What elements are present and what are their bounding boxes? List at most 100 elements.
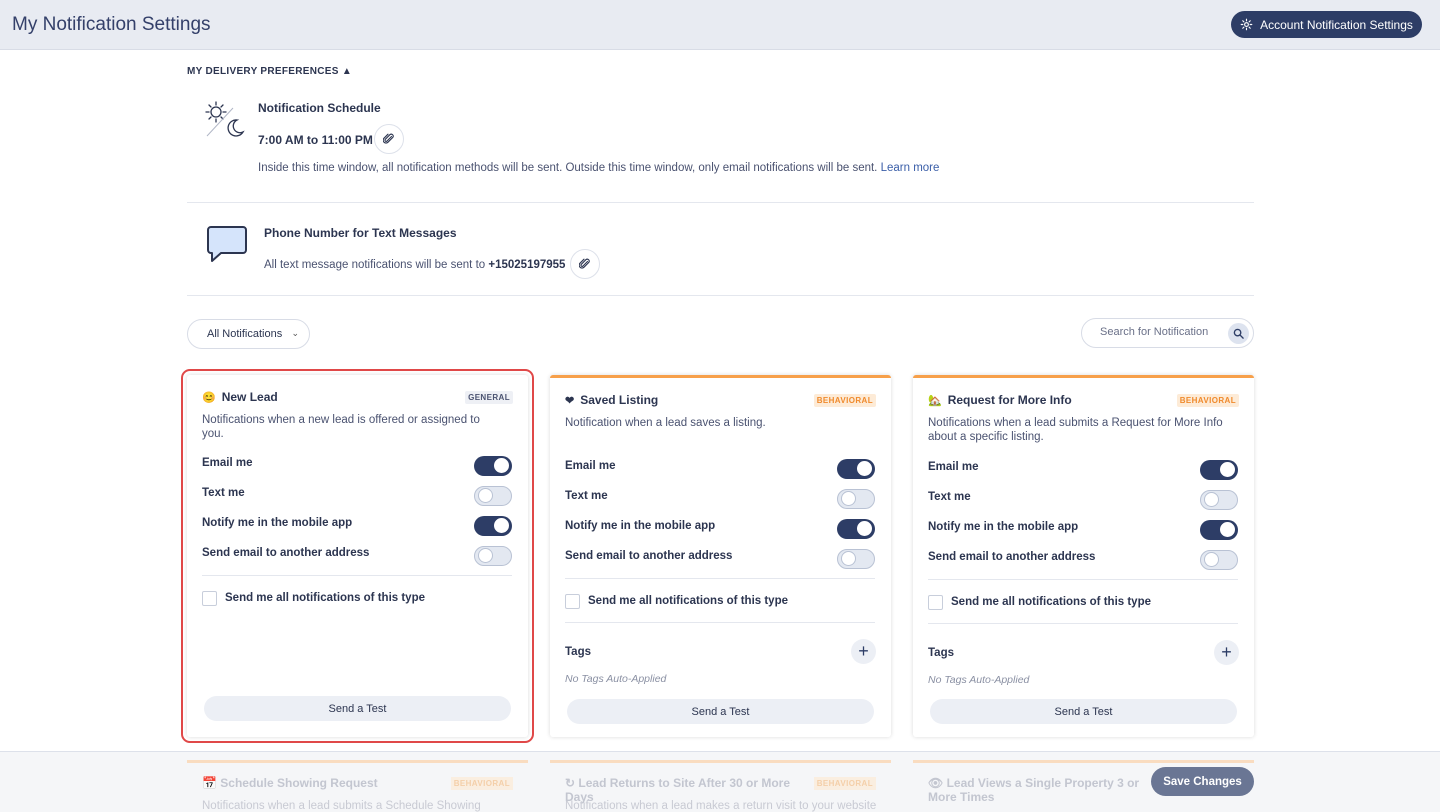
card-title: Saved Listing xyxy=(580,393,659,407)
schedule-time: 7:00 AM to 11:00 PM xyxy=(258,133,373,147)
card-description: Notifications when a lead makes a return… xyxy=(565,800,877,812)
plus-icon: + xyxy=(1221,642,1232,662)
search-input[interactable] xyxy=(1100,326,1220,338)
text-toggle[interactable] xyxy=(1200,490,1238,510)
phone-title: Phone Number for Text Messages xyxy=(264,226,457,240)
notification-card: 😊 New Lead GENERAL Notifications when a … xyxy=(181,369,534,743)
footer-notification-card: ↻ Lead Returns to Site After 30 or More … xyxy=(550,760,891,812)
notification-card: ❤ Saved Listing BEHAVIORAL Notification … xyxy=(550,375,891,737)
card-description: Notifications when a lead submits a Requ… xyxy=(928,417,1223,443)
phone-number: +15025197955 xyxy=(488,259,566,271)
option-mobile-app: Notify me in the mobile app xyxy=(565,517,875,539)
card-title-text: Lead Views a Single Property 3 or More T… xyxy=(928,776,1140,804)
card-accent-bar xyxy=(187,760,528,763)
toggle-knob xyxy=(857,461,872,476)
other-address-toggle[interactable] xyxy=(1200,550,1238,570)
email-toggle[interactable] xyxy=(474,456,512,476)
account-notification-settings-label: Account Notification Settings xyxy=(1260,17,1413,32)
account-notification-settings-button[interactable]: Account Notification Settings xyxy=(1231,11,1422,38)
option-label: Notify me in the mobile app xyxy=(565,520,716,532)
option-email: Email me xyxy=(565,457,875,479)
phone-description-text: All text message notifications will be s… xyxy=(264,259,486,271)
card-description: Notifications when a lead submits a Sche… xyxy=(202,800,481,812)
send-all-checkbox[interactable]: Send me all notifications of this type xyxy=(565,593,875,611)
toggle-knob xyxy=(1220,522,1235,537)
other-address-toggle[interactable] xyxy=(837,549,875,569)
send-all-checkbox[interactable]: Send me all notifications of this type xyxy=(202,590,512,608)
category-badge: BEHAVIORAL xyxy=(450,777,513,790)
send-test-button[interactable]: Send a Test xyxy=(930,699,1237,724)
mobile-app-toggle[interactable] xyxy=(474,516,512,536)
card-description: Notification when a lead saves a listing… xyxy=(565,417,766,429)
gear-icon xyxy=(1240,18,1253,31)
chevron-down-icon: ⌄ xyxy=(291,328,299,338)
card-accent-bar xyxy=(913,760,1254,763)
top-bar: My Notification Settings Account Notific… xyxy=(0,0,1440,50)
option-email: Email me xyxy=(928,458,1238,480)
option-label: Text me xyxy=(565,490,608,502)
email-toggle[interactable] xyxy=(837,459,875,479)
card-header: 🏡 Request for More Info xyxy=(928,393,1072,407)
send-test-button[interactable]: Send a Test xyxy=(567,699,874,724)
save-changes-button[interactable]: Save Changes xyxy=(1151,767,1254,796)
add-tag-button[interactable]: + xyxy=(851,639,876,664)
category-badge: BEHAVIORAL xyxy=(813,777,876,790)
edit-phone-button[interactable] xyxy=(570,249,600,279)
card-title: Request for More Info xyxy=(947,393,1072,407)
toggle-knob xyxy=(478,488,493,503)
option-text: Text me xyxy=(565,487,875,509)
tags-label: Tags xyxy=(928,647,954,659)
card-emoji-icon: 👁 xyxy=(928,776,944,790)
divider xyxy=(187,295,1254,296)
schedule-description-text: Inside this time window, all notificatio… xyxy=(258,162,878,174)
search-box xyxy=(1081,318,1254,348)
checkbox-box xyxy=(565,594,580,609)
toggle-knob xyxy=(857,521,872,536)
notification-filter-dropdown[interactable]: All Notifications ⌄ xyxy=(187,319,310,349)
no-tags-text: No Tags Auto-Applied xyxy=(928,674,1030,686)
delivery-preferences-toggle[interactable]: MY DELIVERY PREFERENCES ▲ xyxy=(187,66,352,77)
checkbox-label: Send me all notifications of this type xyxy=(225,592,425,604)
card-divider xyxy=(928,579,1238,580)
card-title: 📅 Schedule Showing Request xyxy=(202,776,437,790)
toggle-knob xyxy=(841,551,856,566)
other-address-toggle[interactable] xyxy=(474,546,512,566)
option-label: Send email to another address xyxy=(928,551,1096,563)
toggle-knob xyxy=(494,518,509,533)
card-header: ❤ Saved Listing xyxy=(565,393,658,407)
card-emoji-icon: 📅 xyxy=(202,776,217,790)
text-toggle[interactable] xyxy=(474,486,512,506)
category-badge: BEHAVIORAL xyxy=(813,394,876,407)
schedule-title: Notification Schedule xyxy=(258,101,381,115)
sun-moon-icon xyxy=(205,101,245,137)
mobile-app-toggle[interactable] xyxy=(1200,520,1238,540)
paperclip-icon xyxy=(383,133,394,144)
category-badge: BEHAVIORAL xyxy=(1176,394,1239,407)
search-button[interactable] xyxy=(1228,323,1249,344)
toggle-knob xyxy=(494,458,509,473)
card-title: New Lead xyxy=(221,390,278,404)
card-emoji-icon: 🏡 xyxy=(928,394,942,407)
add-tag-button[interactable]: + xyxy=(1214,640,1239,665)
toggle-knob xyxy=(1204,552,1219,567)
send-all-checkbox[interactable]: Send me all notifications of this type xyxy=(928,594,1238,612)
no-tags-text: No Tags Auto-Applied xyxy=(565,673,667,685)
option-text: Text me xyxy=(202,484,512,506)
checkbox-box xyxy=(928,595,943,610)
email-toggle[interactable] xyxy=(1200,460,1238,480)
card-divider xyxy=(928,623,1238,624)
page-title: My Notification Settings xyxy=(12,14,211,35)
card-title: 👁 Lead Views a Single Property 3 or More… xyxy=(928,776,1163,804)
edit-schedule-button[interactable] xyxy=(374,124,404,154)
phone-description: All text message notifications will be s… xyxy=(264,259,565,271)
card-emoji-icon: ❤ xyxy=(565,394,575,407)
checkbox-box xyxy=(202,591,217,606)
option-label: Send email to another address xyxy=(202,547,370,559)
mobile-app-toggle[interactable] xyxy=(837,519,875,539)
text-toggle[interactable] xyxy=(837,489,875,509)
send-test-button[interactable]: Send a Test xyxy=(204,696,511,721)
learn-more-link[interactable]: Learn more xyxy=(881,162,940,174)
card-divider xyxy=(202,575,512,576)
card-divider xyxy=(565,578,875,579)
schedule-description: Inside this time window, all notificatio… xyxy=(258,162,939,174)
